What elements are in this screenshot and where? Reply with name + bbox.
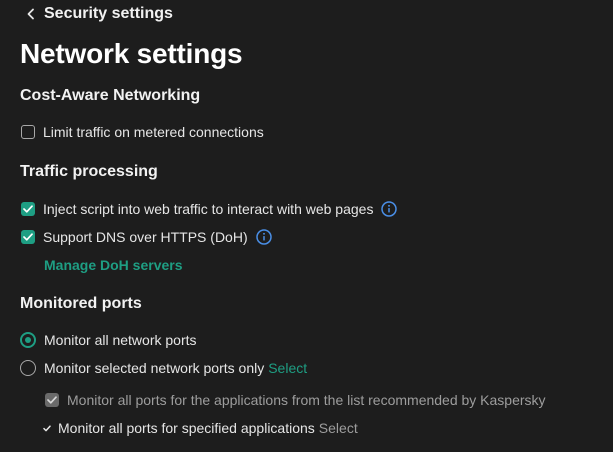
page-title: Network settings [20, 38, 243, 69]
checkmark-icon [47, 396, 57, 404]
section-title-traffic-processing: Traffic processing [20, 163, 158, 180]
manage-doh-servers-link[interactable]: Manage DoH servers [44, 257, 183, 273]
info-icon[interactable] [381, 201, 398, 217]
checkmark-icon [23, 205, 33, 213]
support-doh-checkbox[interactable] [21, 230, 35, 244]
monitor-selected-ports-radio[interactable] [20, 360, 36, 376]
monitor-all-ports-label: Monitor all network ports [44, 332, 197, 348]
recommended-apps-label: Monitor all ports for the applications f… [67, 392, 546, 408]
recommended-apps-option[interactable]: Monitor all ports for the applications f… [45, 390, 546, 410]
checkmark-icon [23, 233, 33, 241]
monitor-all-ports-option[interactable]: Monitor all network ports [20, 330, 197, 350]
section-title-cost-aware: Cost-Aware Networking [20, 87, 201, 104]
recommended-apps-checkbox[interactable] [45, 393, 59, 407]
inject-script-option[interactable]: Inject script into web traffic to intera… [21, 199, 398, 219]
info-icon[interactable] [255, 229, 272, 245]
monitor-selected-ports-label: Monitor selected network ports only [44, 360, 265, 376]
section-title-monitored-ports: Monitored ports [20, 295, 142, 312]
network-settings-page: Security settings Network settings Cost-… [0, 0, 613, 452]
support-doh-label: Support DNS over HTTPS (DoH) [43, 229, 248, 245]
checkmark-icon[interactable] [42, 424, 52, 432]
limit-traffic-checkbox[interactable] [21, 125, 35, 139]
inject-script-checkbox[interactable] [21, 202, 35, 216]
select-ports-link[interactable]: Select [268, 360, 307, 376]
limit-traffic-option[interactable]: Limit traffic on metered connections [21, 122, 264, 142]
monitor-selected-ports-option[interactable]: Monitor selected network ports only Sele… [20, 358, 307, 378]
chevron-left-icon [26, 8, 36, 20]
back-link-label: Security settings [44, 5, 173, 22]
monitor-all-ports-radio[interactable] [20, 332, 36, 348]
select-applications-link[interactable]: Select [319, 420, 358, 436]
specified-apps-option[interactable]: Monitor all ports for specified applicat… [42, 418, 358, 438]
inject-script-label: Inject script into web traffic to intera… [43, 201, 374, 217]
support-doh-option[interactable]: Support DNS over HTTPS (DoH) [21, 227, 272, 247]
specified-apps-label: Monitor all ports for specified applicat… [58, 420, 315, 436]
manage-doh-row: Manage DoH servers [44, 255, 183, 275]
back-to-security-settings-link[interactable]: Security settings [26, 4, 173, 24]
limit-traffic-label: Limit traffic on metered connections [43, 124, 264, 140]
